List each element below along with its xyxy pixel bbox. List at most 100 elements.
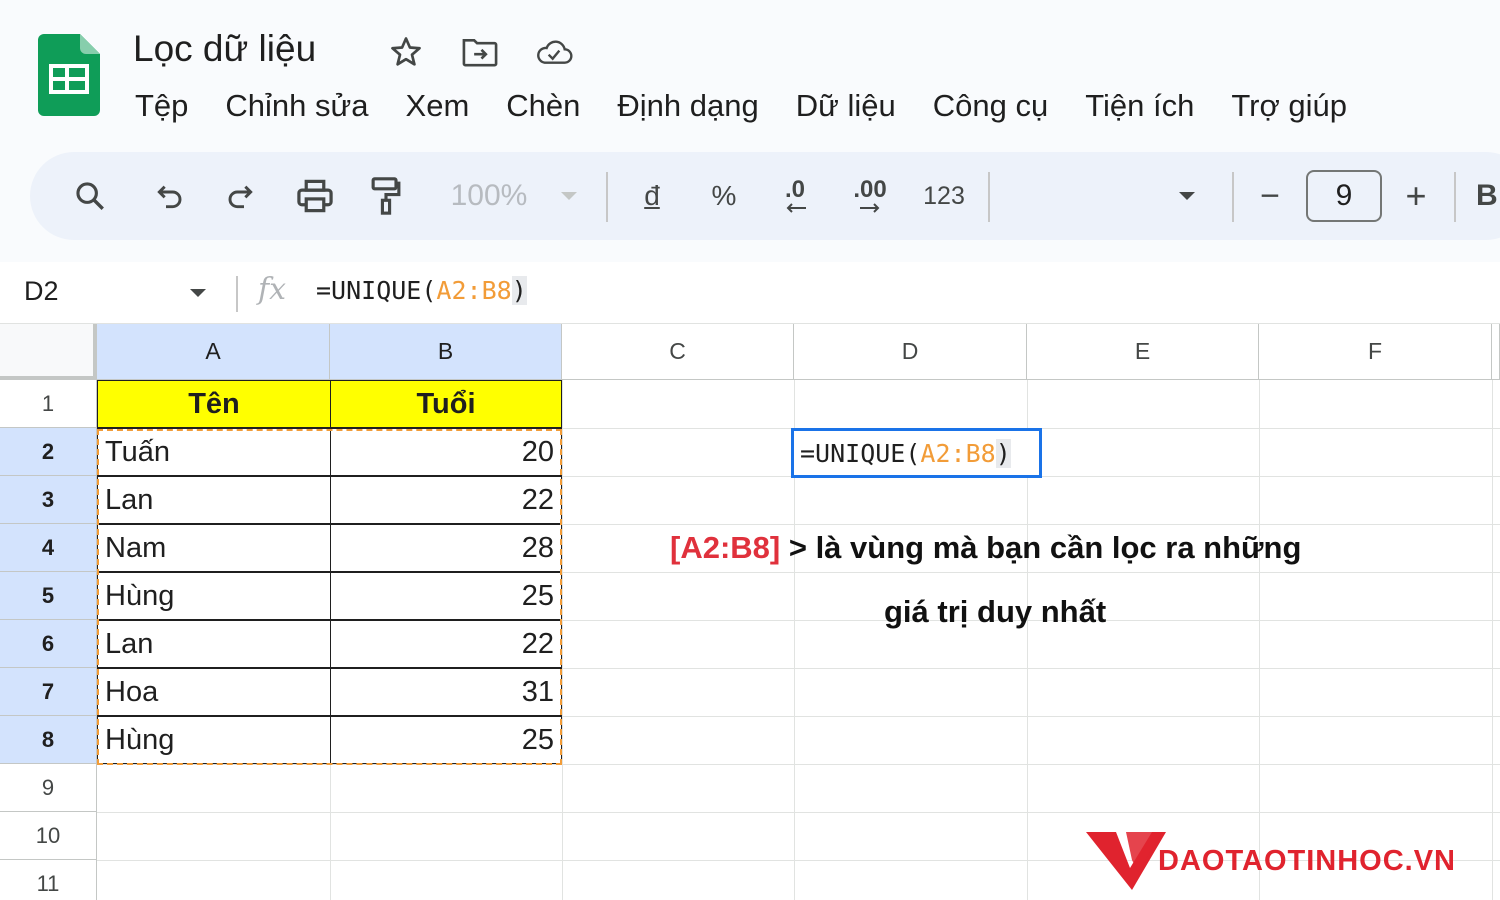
annotation-line-1: [A2:B8] > là vùng mà bạn cần lọc ra nhữn…	[670, 530, 1301, 566]
gridline	[97, 764, 1500, 765]
gridline	[1259, 380, 1260, 900]
column-header-b[interactable]: B	[330, 324, 562, 380]
number-format-button[interactable]: 123	[914, 152, 974, 240]
currency-format-button[interactable]: đ	[630, 152, 674, 240]
bold-button[interactable]: B	[1476, 152, 1500, 240]
cell-d2-editor[interactable]: =UNIQUE(A2:B8)	[791, 428, 1042, 478]
font-dropdown-icon[interactable]	[1172, 152, 1202, 240]
font-size-input[interactable]: 9	[1306, 170, 1382, 222]
cell-a7[interactable]: Hoa	[97, 668, 331, 716]
row-header-10[interactable]: 10	[0, 812, 97, 860]
formula-bar-divider	[236, 276, 238, 312]
cell-a6[interactable]: Lan	[97, 620, 331, 668]
annotation-range: [A2:B8]	[670, 530, 781, 565]
row-header-4[interactable]: 4	[0, 524, 97, 572]
arrow-left-icon	[786, 203, 806, 213]
row-header-7[interactable]: 7	[0, 668, 97, 716]
menu-insert[interactable]: Chèn	[506, 86, 580, 126]
toolbar-divider	[606, 172, 608, 222]
toolbar-divider	[988, 172, 990, 222]
cell-a2[interactable]: Tuấn	[97, 428, 331, 476]
spreadsheet-grid[interactable]: A B C D E F 1 2 3 4 5 6 7 8 9 10 11 Tên …	[0, 324, 1500, 900]
select-all-corner[interactable]	[0, 324, 97, 380]
toolbar-divider	[1454, 172, 1456, 222]
decrease-decimal-button[interactable]: .0	[770, 152, 820, 240]
cloud-saved-icon[interactable]	[534, 32, 574, 72]
menu-data[interactable]: Dữ liệu	[796, 86, 896, 126]
column-header-f[interactable]: F	[1259, 324, 1492, 380]
cell-b7[interactable]: 31	[330, 668, 562, 716]
zoom-value: 100%	[450, 179, 528, 212]
arrow-right-icon	[860, 203, 880, 213]
row-header-11[interactable]: 11	[0, 860, 97, 900]
column-header-c[interactable]: C	[562, 324, 794, 380]
cell-formula-prefix: =UNIQUE(	[800, 438, 921, 468]
sheets-logo-icon[interactable]	[38, 34, 100, 116]
cell-a4[interactable]: Nam	[97, 524, 331, 572]
formula-bar: D2 fx =UNIQUE(A2:B8)	[0, 262, 1500, 324]
column-header-e[interactable]: E	[1027, 324, 1259, 380]
menu-format[interactable]: Định dạng	[617, 86, 758, 126]
menu-bar: Tệp Chỉnh sửa Xem Chèn Định dạng Dữ liệu…	[135, 86, 1384, 126]
annotation-text-1: > là vùng mà bạn cần lọc ra những	[780, 530, 1302, 565]
move-to-folder-icon[interactable]	[460, 32, 500, 72]
cell-b5[interactable]: 25	[330, 572, 562, 620]
cell-a3[interactable]: Lan	[97, 476, 331, 524]
row-header-9[interactable]: 9	[0, 764, 97, 812]
increase-font-size-button[interactable]: +	[1396, 152, 1436, 240]
menu-edit[interactable]: Chỉnh sửa	[225, 86, 368, 126]
print-icon[interactable]	[290, 152, 340, 240]
menu-extensions[interactable]: Tiện ích	[1085, 86, 1194, 126]
menu-tools[interactable]: Công cụ	[933, 86, 1048, 126]
row-header-1[interactable]: 1	[0, 380, 97, 428]
row-header-8[interactable]: 8	[0, 716, 97, 764]
app-header: Lọc dữ liệu Tệp Chỉnh sửa Xem Chèn Định …	[0, 0, 1500, 262]
cell-a5[interactable]: Hùng	[97, 572, 331, 620]
watermark-text: DAOTAOTINHOC.VN	[1158, 845, 1457, 877]
percent-format-button[interactable]: %	[702, 152, 746, 240]
menu-help[interactable]: Trợ giúp	[1231, 86, 1347, 126]
row-header-3[interactable]: 3	[0, 476, 97, 524]
row-header-5[interactable]: 5	[0, 572, 97, 620]
column-header-g[interactable]	[1492, 324, 1500, 380]
gridline	[97, 812, 1500, 813]
formula-input[interactable]: =UNIQUE(A2:B8)	[316, 276, 527, 305]
name-box-dropdown-icon[interactable]	[188, 287, 208, 299]
name-box[interactable]: D2	[24, 276, 59, 307]
undo-icon[interactable]	[146, 152, 194, 240]
gridline	[562, 380, 563, 900]
increase-decimal-button[interactable]: .00	[842, 152, 898, 240]
column-header-a[interactable]: A	[97, 324, 330, 380]
cell-a1[interactable]: Tên	[97, 380, 331, 428]
formula-range: A2:B8	[436, 276, 512, 305]
cell-formula-suffix: )	[995, 438, 1011, 468]
document-title[interactable]: Lọc dữ liệu	[133, 28, 316, 70]
zoom-dropdown-icon[interactable]	[554, 152, 584, 240]
menu-view[interactable]: Xem	[406, 86, 470, 126]
menu-file[interactable]: Tệp	[135, 86, 188, 126]
cell-b4[interactable]: 28	[330, 524, 562, 572]
toolbar: 100% đ % .0 .00 123 − 9 + B	[30, 152, 1500, 240]
cell-a8[interactable]: Hùng	[97, 716, 331, 764]
cell-b2[interactable]: 20	[330, 428, 562, 476]
paint-format-icon[interactable]	[362, 152, 410, 240]
redo-icon[interactable]	[216, 152, 264, 240]
zoom-select[interactable]: 100%	[434, 152, 544, 240]
formula-prefix: =UNIQUE(	[316, 276, 437, 305]
search-icon[interactable]	[66, 152, 114, 240]
row-header-6[interactable]: 6	[0, 620, 97, 668]
cell-b3[interactable]: 22	[330, 476, 562, 524]
star-icon[interactable]	[386, 32, 426, 72]
decrease-font-size-button[interactable]: −	[1250, 152, 1290, 240]
cell-b6[interactable]: 22	[330, 620, 562, 668]
column-header-d[interactable]: D	[794, 324, 1027, 380]
formula-suffix: )	[511, 276, 527, 305]
row-header-2[interactable]: 2	[0, 428, 97, 476]
fx-icon: fx	[258, 272, 287, 307]
gridline	[1492, 380, 1493, 900]
cell-b1[interactable]: Tuổi	[330, 380, 562, 428]
cell-formula-range: A2:B8	[920, 438, 996, 468]
toolbar-divider	[1232, 172, 1234, 222]
annotation-line-2: giá trị duy nhất	[884, 594, 1107, 629]
cell-b8[interactable]: 25	[330, 716, 562, 764]
